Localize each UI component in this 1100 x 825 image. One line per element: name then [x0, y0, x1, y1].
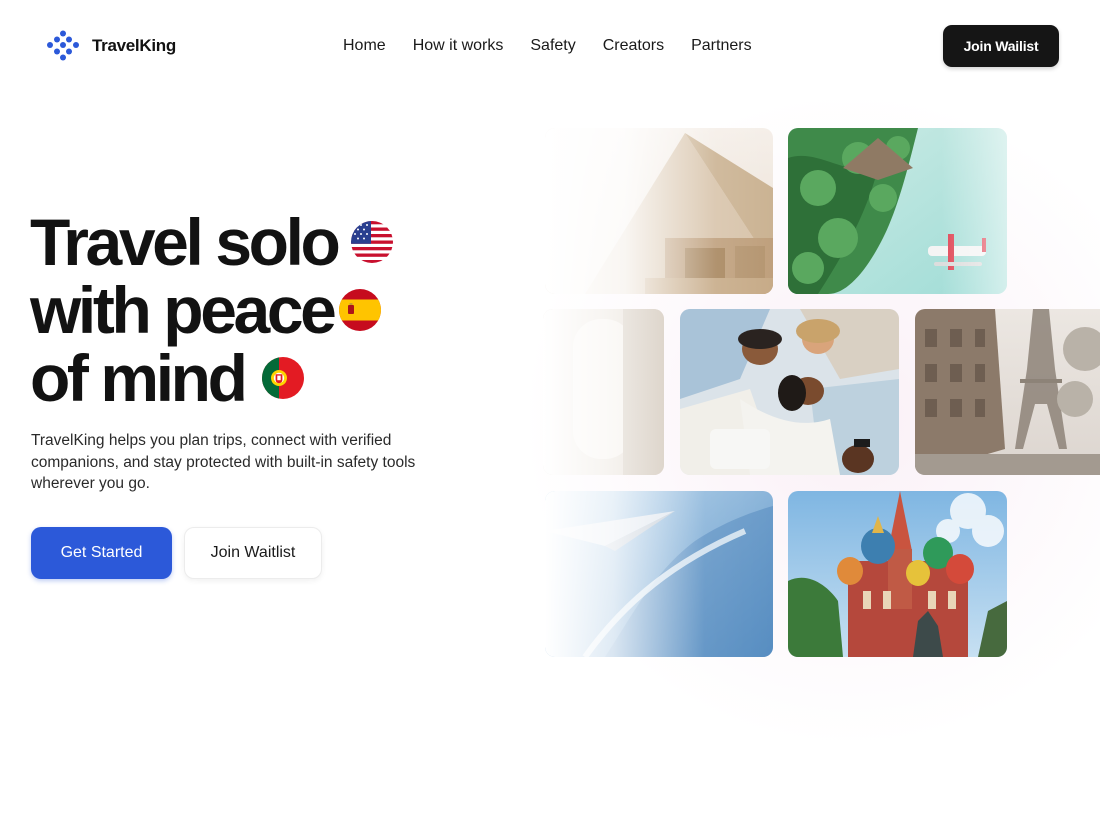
brand-name: TravelKing — [92, 36, 176, 55]
nav-home[interactable]: Home — [343, 36, 386, 56]
portugal-flag-icon — [262, 357, 305, 399]
hero-description: TravelKing helps you plan trips, connect… — [31, 432, 416, 492]
tropical-island-seaplane-photo — [788, 128, 1007, 294]
spain-flag-icon — [339, 289, 382, 331]
headline-line-3: of mind — [30, 344, 393, 412]
logo-dots-icon — [47, 30, 79, 61]
join-waitlist-button[interactable]: Join Waitlist — [184, 527, 322, 579]
headline-text-1: Travel solo — [30, 205, 341, 279]
pyramids-photo — [545, 128, 773, 294]
nav-how-it-works[interactable]: How it works — [413, 36, 504, 56]
brand-logo[interactable]: TravelKing — [46, 30, 176, 62]
headline-text-2: with peace — [30, 273, 337, 347]
main-nav: Home How it works Safety Creators Partne… — [343, 36, 752, 56]
paris-eiffel-tower-photo — [915, 309, 1100, 475]
nav-partners[interactable]: Partners — [691, 36, 751, 56]
aerial-coastline-from-plane-photo — [545, 491, 773, 657]
nav-safety[interactable]: Safety — [530, 36, 575, 56]
headline-text-3: of mind — [30, 341, 248, 415]
us-flag-icon — [351, 221, 394, 263]
headline-line-1: Travel solo — [30, 205, 394, 279]
nav-creators[interactable]: Creators — [603, 36, 664, 56]
join-waitlist-header-button[interactable]: Join Wailist — [943, 25, 1059, 67]
airplane-window-photo — [543, 309, 664, 475]
hero-headline: Travel solo with peace of mind — [30, 205, 394, 412]
get-started-button[interactable]: Get Started — [31, 527, 172, 579]
st-basils-cathedral-moscow-photo — [788, 491, 1007, 657]
headline-line-2: with peace — [30, 276, 393, 344]
friends-lying-in-circle-photo — [680, 309, 899, 475]
